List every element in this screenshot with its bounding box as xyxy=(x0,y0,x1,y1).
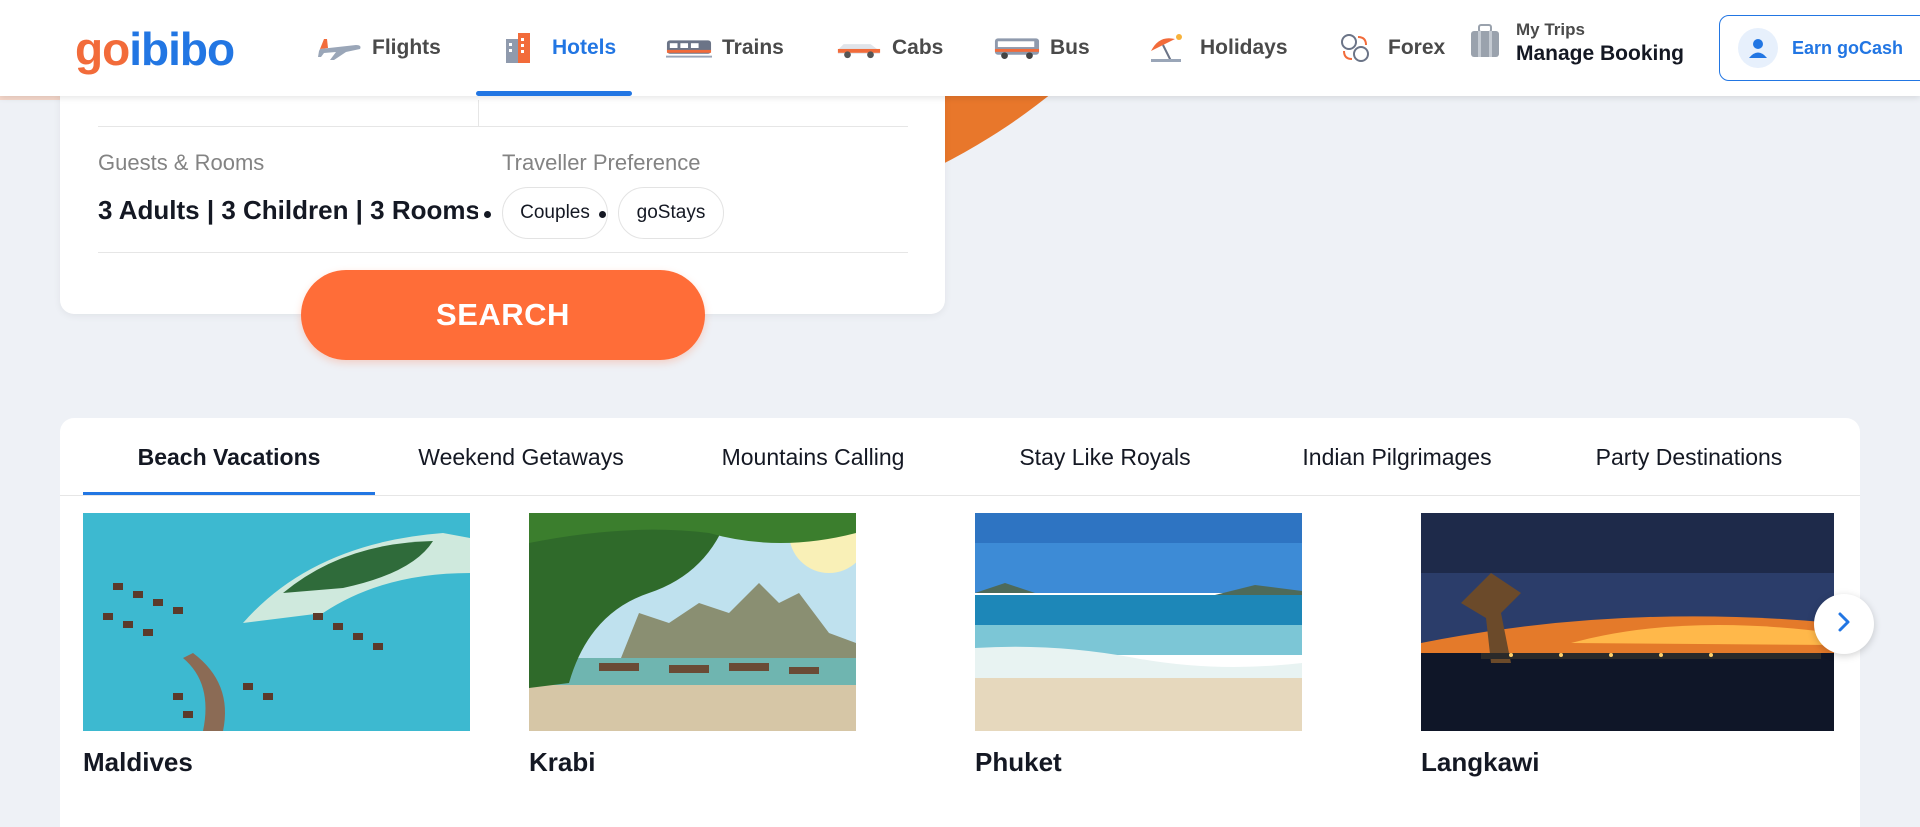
destination-name: Krabi xyxy=(529,747,596,777)
top-header: goibibo Flights Hotels Trains Cabs Bus H… xyxy=(0,0,1920,96)
suitcase-icon xyxy=(1468,23,1502,64)
nav-cabs[interactable]: Cabs xyxy=(836,0,943,96)
collections-panel: Beach Vacations Weekend Getaways Mountai… xyxy=(60,418,1874,827)
destination-card-langkawi[interactable]: Langkawi xyxy=(1421,513,1834,778)
traveller-preference-label: Traveller Preference xyxy=(502,150,701,175)
nav-trains[interactable]: Trains xyxy=(666,0,784,96)
nav-bus[interactable]: Bus xyxy=(994,0,1090,96)
couples-chip[interactable]: Couples xyxy=(502,187,608,239)
destination-name: Langkawi xyxy=(1421,747,1540,777)
tab-mountains-calling[interactable]: Mountains Calling xyxy=(667,418,959,496)
nav-forex[interactable]: Forex xyxy=(1332,0,1445,96)
maldives-image xyxy=(83,513,470,731)
destination-card-maldives[interactable]: Maldives xyxy=(83,513,470,778)
tab-weekend-getaways[interactable]: Weekend Getaways xyxy=(375,418,667,496)
nav-holidays[interactable]: Holidays xyxy=(1144,0,1288,96)
destination-name: Maldives xyxy=(83,747,193,777)
guests-rooms-field[interactable]: 3 Adults | 3 Children | 3 Rooms xyxy=(98,195,478,226)
user-avatar-icon xyxy=(1738,28,1778,68)
divider xyxy=(98,252,908,253)
destination-name: Phuket xyxy=(975,747,1062,777)
nav-flights[interactable]: Flights xyxy=(316,0,441,96)
destination-card-krabi[interactable]: Krabi xyxy=(529,513,856,778)
bus-icon xyxy=(994,31,1040,65)
search-button[interactable]: SEARCH xyxy=(301,270,705,360)
airplane-icon xyxy=(316,31,362,65)
beach-umbrella-icon xyxy=(1144,31,1190,65)
destination-card-phuket[interactable]: Phuket xyxy=(975,513,1302,778)
krabi-image xyxy=(529,513,856,731)
langkawi-image xyxy=(1421,513,1834,731)
tab-beach-vacations[interactable]: Beach Vacations xyxy=(83,418,375,496)
divider xyxy=(98,126,908,127)
tab-stay-like-royals[interactable]: Stay Like Royals xyxy=(959,418,1251,496)
my-trips-menu[interactable]: My Trips Manage Booking xyxy=(1468,20,1684,66)
tab-indian-pilgrimages[interactable]: Indian Pilgrimages xyxy=(1251,418,1543,496)
guests-rooms-label: Guests & Rooms xyxy=(98,150,265,175)
gostays-chip[interactable]: goStays xyxy=(618,187,724,239)
separator-dot xyxy=(599,211,606,218)
nav-hotels[interactable]: Hotels xyxy=(475,0,633,96)
my-trips-label: My Trips xyxy=(1516,20,1585,39)
phuket-image xyxy=(975,513,1302,731)
collections-tabs: Beach Vacations Weekend Getaways Mountai… xyxy=(60,418,1860,496)
divider xyxy=(478,100,479,126)
earn-gocash-button[interactable]: Earn goCash xyxy=(1719,15,1920,81)
train-icon xyxy=(666,31,712,65)
cab-icon xyxy=(836,31,882,65)
currency-exchange-icon xyxy=(1332,31,1378,65)
tab-party-destinations[interactable]: Party Destinations xyxy=(1543,418,1835,496)
chevron-right-icon xyxy=(1834,610,1854,639)
carousel-next-button[interactable] xyxy=(1814,594,1874,654)
manage-booking-label: Manage Booking xyxy=(1516,42,1685,65)
separator-dot xyxy=(484,211,491,218)
hotel-building-icon xyxy=(496,31,542,65)
goibibo-logo[interactable]: goibibo xyxy=(75,22,235,76)
